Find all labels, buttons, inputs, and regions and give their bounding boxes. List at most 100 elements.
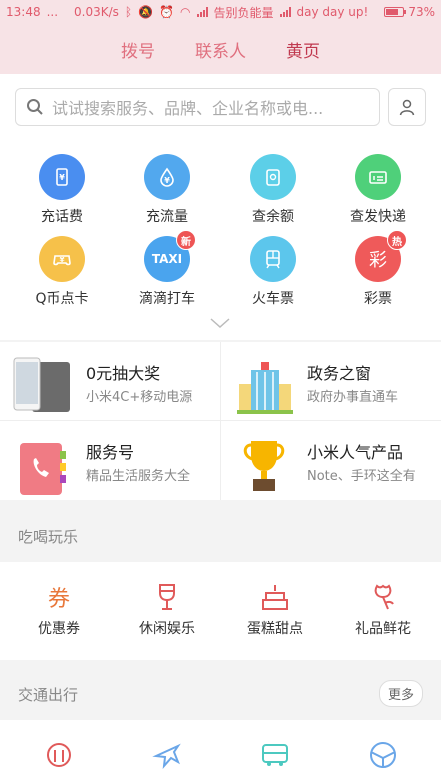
promo-subtitle: Note、手环这全有 [307,469,416,484]
service-label: 查发快递 [350,209,406,225]
search-placeholder: 试试搜索服务、品牌、企业名称或电... [52,99,324,118]
service-label: 查余额 [252,209,294,225]
train-ticket-icon [47,743,71,767]
service-grid: ¥ 充话费 ¥ 充流量 查余额 查发快递 ¥ Q币点卡 TAXI 新 滴滴打车 [0,140,441,340]
globe-icon [370,742,396,768]
carrier-name: 告别负能量 [213,5,274,20]
lottery-icon: 彩 热 [355,230,407,282]
service-recharge-phone[interactable]: ¥ 充话费 [7,154,117,226]
food-item-leisure[interactable]: 休闲娱乐 [112,582,222,638]
status-bar: 13:48 ... 0.03K/s ᛒ 🔕 ⏰ ◠ 告别负能量 day day … [0,0,441,24]
service-train[interactable]: 火车票 [218,236,328,308]
tab-dial[interactable]: 拨号 [121,37,155,62]
transport-item-train[interactable] [4,740,114,770]
promo-section: 0元抽大奖 小米4C+移动电源 政务之窗 政府办事直通车 服务号 精品生活服务大… [0,342,441,500]
promo-lottery-card[interactable]: 0元抽大奖 小米4C+移动电源 [0,342,220,420]
service-label: 充流量 [146,209,188,225]
promo-subtitle: 精品生活服务大全 [86,469,191,484]
battery-icon [384,7,407,17]
battery-percent: 73% [408,5,435,19]
tab-bar: 拨号 联系人 黄页 [0,24,441,74]
status-time: 13:48 [6,5,41,19]
section-title-text: 交通出行 [18,685,79,704]
tab-yellow-pages[interactable]: 黄页 [286,37,320,62]
food-label: 休闲娱乐 [139,621,195,637]
service-check-balance[interactable]: 查余额 [218,154,328,226]
more-button[interactable]: 更多 [378,680,423,707]
user-button[interactable] [388,88,426,126]
gamepad-icon: ¥ [39,236,85,282]
balance-icon [250,154,296,200]
svg-text:¥: ¥ [59,173,65,182]
service-label: 火车票 [252,291,294,307]
hot-badge: 热 [387,230,407,250]
promo-popular-products-card[interactable]: 小米人气产品 Note、手环这全有 [221,421,441,499]
express-icon [355,154,401,200]
promo-government-card[interactable]: 政务之窗 政府办事直通车 [221,342,441,420]
food-item-flower[interactable]: 礼品鲜花 [328,582,438,638]
food-item-cake[interactable]: 蛋糕甜点 [220,582,330,638]
transport-item-travel[interactable] [328,740,438,770]
network-speed: 0.03K/s [74,5,119,19]
phone-device-icon [13,357,70,412]
cake-icon [262,585,288,610]
food-label: 优惠券 [38,621,80,637]
service-label: 滴滴打车 [139,291,195,307]
train-icon [250,236,296,282]
coupon-icon: 券 [48,587,70,612]
bus-icon [262,744,288,766]
airplane-icon [152,743,181,770]
status-dots: ... [46,5,59,19]
section-title-food: 吃喝玩乐 [0,510,441,562]
promo-title: 0元抽大奖 [86,364,161,383]
service-label: 充话费 [41,209,83,225]
svg-text:¥: ¥ [60,256,65,264]
search-row: 试试搜索服务、品牌、企业名称或电... [0,74,441,140]
status-slogan: day day up! [296,5,369,19]
promo-title: 政务之窗 [307,364,372,383]
food-row: 券 优惠券 休闲娱乐 蛋糕甜点 礼品鲜花 [0,562,441,660]
service-qcoin[interactable]: ¥ Q币点卡 [7,236,117,308]
alarm-icon: ⏰ [159,5,175,19]
silent-icon: 🔕 [138,5,154,19]
taxi-icon: TAXI 新 [144,230,196,282]
lottery-icon-text: 彩 [369,250,387,271]
svg-text:券: 券 [48,587,70,612]
wifi-icon: ◠ [180,5,191,19]
service-didi[interactable]: TAXI 新 滴滴打车 [112,230,222,308]
transport-row [0,720,441,784]
food-item-coupon[interactable]: 券 优惠券 [4,582,114,638]
promo-subtitle: 小米4C+移动电源 [86,390,193,405]
signal-icon [196,7,208,17]
service-express[interactable]: 查发快递 [323,154,433,226]
promo-subtitle: 政府办事直通车 [307,390,399,405]
section-title-transport: 交通出行 更多 [0,668,441,720]
new-badge: 新 [176,230,196,250]
trophy-icon [243,441,285,491]
service-label: Q币点卡 [35,291,89,307]
section-title-text: 吃喝玩乐 [18,527,79,546]
promo-service-account-card[interactable]: 服务号 精品生活服务大全 [0,421,220,499]
wine-glass-icon [159,584,175,610]
transport-item-flight[interactable] [112,740,222,770]
search-input[interactable]: 试试搜索服务、品牌、企业名称或电... [15,88,380,126]
search-icon [27,99,43,115]
phone-yuan-icon: ¥ [39,154,85,200]
chevron-down-icon[interactable] [210,318,230,328]
food-label: 礼品鲜花 [355,621,411,637]
promo-title: 小米人气产品 [307,443,404,462]
tab-contacts[interactable]: 联系人 [195,37,246,62]
person-icon [399,99,415,116]
promo-title: 服务号 [86,443,135,462]
government-building-icon [237,362,293,414]
transport-item-bus[interactable] [220,740,330,770]
signal-icon-2 [279,7,291,17]
phonebook-icon [20,443,66,495]
food-label: 蛋糕甜点 [247,621,303,637]
flower-icon [374,584,394,610]
service-lottery[interactable]: 彩 热 彩票 [323,230,433,308]
svg-text:¥: ¥ [164,176,170,185]
service-label: 彩票 [364,291,392,307]
service-recharge-data[interactable]: ¥ 充流量 [112,154,222,226]
drop-yuan-icon: ¥ [144,154,190,200]
